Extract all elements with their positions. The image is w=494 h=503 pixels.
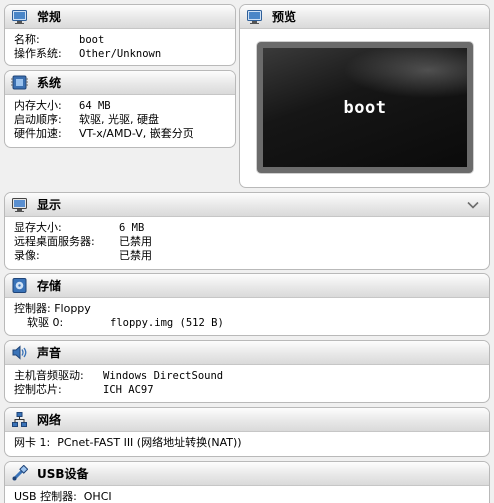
general-title: 常规 [37, 10, 62, 24]
storage-section: 存储 控制器: Floppy 软驱 0: floppy.img (512 B) [4, 273, 490, 336]
audio-section: 声音 主机音频驱动: Windows DirectSound 控制芯片: ICH A… [4, 340, 490, 403]
recording-value: 已禁用 [119, 249, 152, 262]
usb-icon [11, 465, 28, 482]
rdp-label: 远程桌面服务器: [14, 235, 95, 248]
network-title: 网络 [37, 413, 62, 427]
rdp-value: 已禁用 [119, 235, 152, 248]
vram-label: 显存大小: [14, 221, 62, 234]
audio-chip-value: ICH AC97 [103, 384, 154, 396]
floppy-label: 软驱 0: [27, 316, 64, 329]
boot-order-value: 软驱, 光驱, 硬盘 [79, 113, 159, 126]
system-header[interactable]: 系统 [5, 71, 235, 95]
name-value: boot [79, 34, 105, 46]
usb-header[interactable]: USB设备 [5, 462, 489, 486]
general-icon [11, 8, 28, 25]
preview-screen-text: boot [343, 97, 387, 118]
audio-header[interactable]: 声音 [5, 341, 489, 365]
preview-header[interactable]: 预览 [240, 5, 489, 29]
display-header[interactable]: 显示 [5, 193, 489, 217]
network-adapter: 网卡 1: PCnet-FAST III (网络地址转换(NAT)) [14, 436, 242, 449]
usb-section: USB设备 USB 控制器: OHCI [4, 461, 490, 503]
preview-title: 预览 [272, 10, 297, 24]
chevron-down-icon[interactable] [465, 197, 481, 213]
display-section: 显示 显存大小: 6 MB 远程桌面服务器: 已禁用 录像: 已禁用 [4, 192, 490, 270]
usb-title: USB设备 [37, 467, 89, 481]
os-label: 操作系统: [14, 47, 62, 60]
system-title: 系统 [37, 76, 62, 90]
recording-label: 录像: [14, 249, 40, 262]
audio-chip-label: 控制芯片: [14, 383, 62, 396]
general-section: 常规 名称: boot 操作系统: Other/Unknown [4, 4, 236, 66]
memory-label: 内存大小: [14, 99, 62, 112]
system-section: 系统 内存大小: 64 MB 启动顺序: 软驱, 光驱, 硬盘 硬件加速: VT-x/… [4, 70, 236, 148]
audio-title: 声音 [37, 346, 62, 360]
general-header[interactable]: 常规 [5, 5, 235, 29]
display-icon [11, 196, 28, 213]
name-label: 名称: [14, 33, 40, 46]
preview-icon [246, 8, 263, 25]
audio-icon [11, 344, 28, 361]
network-icon [11, 411, 28, 428]
boot-order-label: 启动顺序: [14, 113, 62, 126]
preview-screen: boot [257, 42, 473, 173]
audio-driver-value: Windows DirectSound [103, 370, 224, 382]
floppy-value: floppy.img (512 B) [110, 317, 224, 329]
os-value: Other/Unknown [79, 48, 162, 60]
storage-icon [11, 277, 28, 294]
storage-controller: 控制器: Floppy [14, 302, 91, 315]
network-section: 网络 网卡 1: PCnet-FAST III (网络地址转换(NAT)) [4, 407, 490, 457]
display-title: 显示 [37, 198, 62, 212]
memory-value: 64 MB [79, 100, 111, 112]
vram-value: 6 MB [119, 222, 145, 234]
accel-value: VT-x/AMD-V, 嵌套分页 [79, 127, 194, 140]
storage-title: 存储 [37, 279, 62, 293]
audio-driver-label: 主机音频驱动: [14, 369, 84, 382]
usb-controller: USB 控制器: OHCI [14, 490, 112, 503]
system-icon [11, 74, 28, 91]
preview-section: 预览 boot [239, 4, 490, 188]
storage-header[interactable]: 存储 [5, 274, 489, 298]
accel-label: 硬件加速: [14, 127, 62, 140]
network-header[interactable]: 网络 [5, 408, 489, 432]
